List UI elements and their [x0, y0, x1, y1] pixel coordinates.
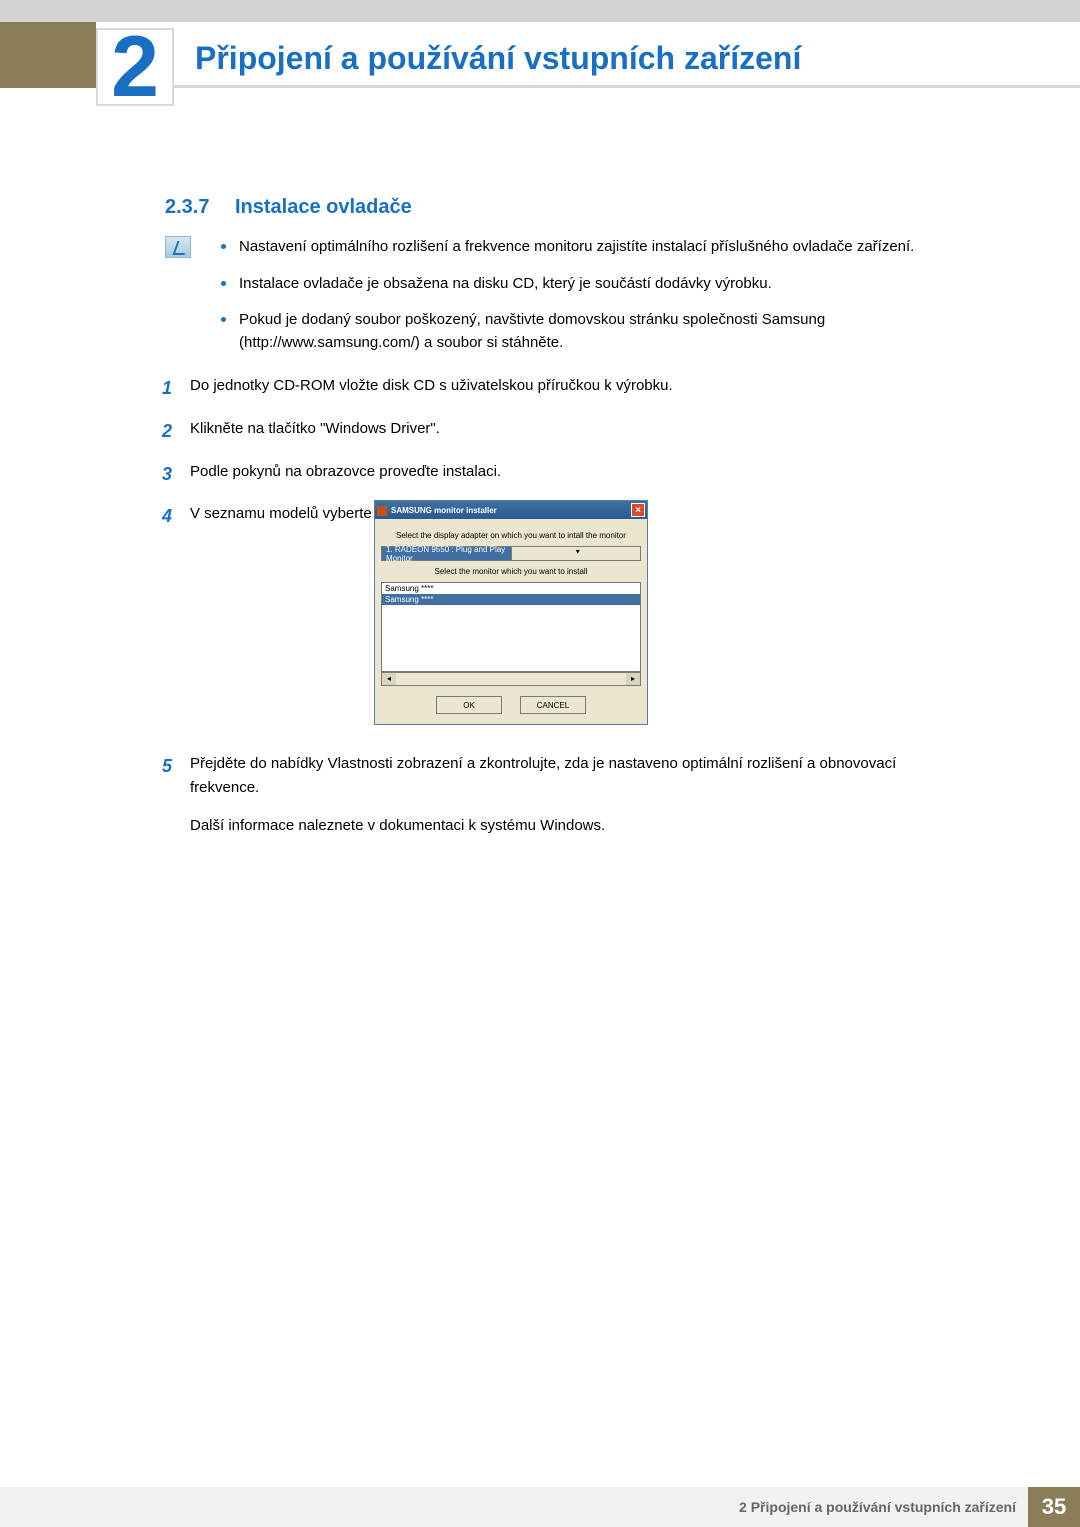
- adapter-dropdown-value: 1. RADEON 9550 : Plug and Play Monitor: [382, 545, 511, 563]
- note-text: Nastavení optimálního rozlišení a frekve…: [239, 238, 914, 255]
- top-bar-tab: [0, 22, 96, 88]
- ok-button[interactable]: OK: [436, 696, 502, 714]
- footer-bar: 2 Připojení a používání vstupních zaříze…: [0, 1487, 1080, 1527]
- scroll-right-icon[interactable]: ▸: [626, 673, 640, 685]
- installer-title-bar: SAMSUNG monitor installer ×: [375, 501, 647, 519]
- section-number: 2.3.7: [165, 196, 209, 219]
- step-5-block: 5 Přejděte do nabídky Vlastnosti zobraze…: [162, 752, 960, 852]
- monitor-list[interactable]: Samsung **** Samsung ****: [381, 582, 641, 672]
- list-item[interactable]: Samsung ****: [382, 594, 640, 605]
- note-icon: [165, 236, 191, 258]
- step-text: Do jednotky CD-ROM vložte disk CD s uživ…: [190, 374, 960, 403]
- scroll-left-icon[interactable]: ◂: [382, 673, 396, 685]
- scroll-track[interactable]: [396, 673, 626, 685]
- chevron-down-icon[interactable]: ▾: [511, 547, 641, 560]
- step-number: 5: [162, 752, 190, 838]
- step-text-line: Přejděte do nabídky Vlastnosti zobrazení…: [190, 752, 960, 800]
- header-divider: [96, 85, 1080, 88]
- note-item: Nastavení optimálního rozlišení a frekve…: [215, 236, 960, 259]
- step-number: 4: [162, 502, 190, 531]
- step-1: 1 Do jednotky CD-ROM vložte disk CD s už…: [162, 374, 960, 403]
- installer-title: SAMSUNG monitor installer: [377, 506, 497, 515]
- step-number: 2: [162, 417, 190, 446]
- installer-buttons: OK CANCEL: [381, 696, 641, 714]
- step-3: 3 Podle pokynů na obrazovce proveďte ins…: [162, 460, 960, 489]
- footer-text: 2 Připojení a používání vstupních zaříze…: [739, 1487, 1028, 1527]
- chapter-number: 2: [111, 24, 159, 110]
- page-number: 35: [1028, 1487, 1080, 1527]
- chapter-title: Připojení a používání vstupních zařízení: [195, 40, 801, 77]
- note-item: Instalace ovladače je obsažena na disku …: [215, 273, 960, 296]
- note-list: Nastavení optimálního rozlišení a frekve…: [215, 236, 960, 368]
- note-item: Pokud je dodaný soubor poškozený, navšti…: [215, 309, 960, 354]
- list-item[interactable]: Samsung ****: [382, 583, 640, 594]
- step-5: 5 Přejděte do nabídky Vlastnosti zobraze…: [162, 752, 960, 838]
- close-icon[interactable]: ×: [631, 503, 645, 517]
- step-2: 2 Klikněte na tlačítko "Windows Driver".: [162, 417, 960, 446]
- note-text: Pokud je dodaný soubor poškozený, navšti…: [239, 311, 825, 351]
- step-text: Přejděte do nabídky Vlastnosti zobrazení…: [190, 752, 960, 838]
- step-number: 3: [162, 460, 190, 489]
- top-bar: [0, 0, 1080, 22]
- installer-label-monitor: Select the monitor which you want to ins…: [381, 567, 641, 576]
- step-number: 1: [162, 374, 190, 403]
- step-text: Podle pokynů na obrazovce proveďte insta…: [190, 460, 960, 489]
- installer-body: Select the display adapter on which you …: [375, 519, 647, 724]
- adapter-dropdown[interactable]: 1. RADEON 9550 : Plug and Play Monitor ▾: [381, 546, 641, 561]
- installer-window: SAMSUNG monitor installer × Select the d…: [374, 500, 648, 725]
- step-text-extra: Další informace naleznete v dokumentaci …: [190, 814, 960, 838]
- cancel-button[interactable]: CANCEL: [520, 696, 586, 714]
- section-title: Instalace ovladače: [235, 196, 412, 219]
- step-text: Klikněte na tlačítko "Windows Driver".: [190, 417, 960, 446]
- installer-label-adapter: Select the display adapter on which you …: [381, 531, 641, 540]
- horizontal-scrollbar[interactable]: ◂ ▸: [381, 672, 641, 686]
- chapter-badge: 2: [96, 28, 174, 106]
- note-text: Instalace ovladače je obsažena na disku …: [239, 275, 772, 292]
